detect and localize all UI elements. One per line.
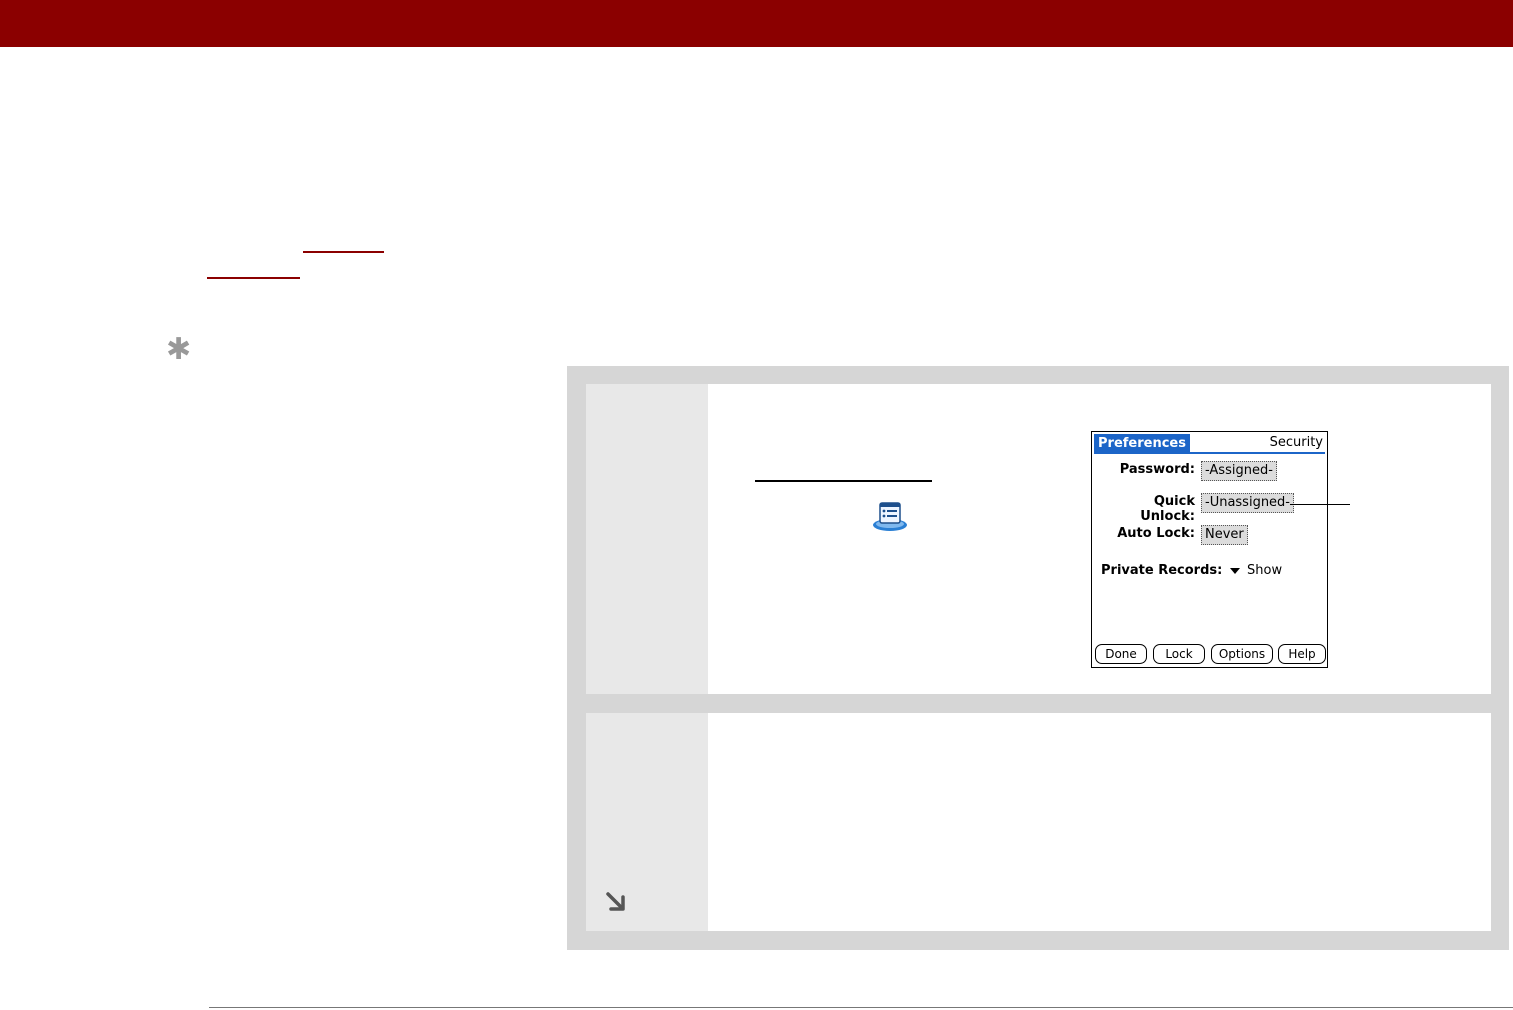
step-number-column (586, 384, 708, 694)
footer-rule (209, 1007, 1513, 1008)
hyperlink-underline[interactable] (207, 277, 300, 279)
private-records-value[interactable]: Show (1247, 563, 1282, 578)
done-button[interactable]: Done (1095, 644, 1147, 664)
prefs-app-icon[interactable] (870, 500, 910, 532)
device-title: Preferences (1094, 434, 1190, 452)
auto-lock-label: Auto Lock: (1117, 526, 1195, 541)
auto-lock-selector[interactable]: Never (1201, 525, 1248, 545)
dropdown-triangle-icon[interactable] (1230, 568, 1240, 574)
hyperlink-underline[interactable] (303, 251, 384, 253)
help-button[interactable]: Help (1278, 644, 1326, 664)
device-title-rule (1094, 452, 1325, 454)
device-section-label: Security (1269, 435, 1323, 450)
callout-line (1290, 504, 1350, 505)
asterisk-icon: ✱ (166, 332, 192, 367)
continue-arrow-icon[interactable] (603, 889, 629, 915)
device-screenshot: Preferences Security Password: -Assigned… (1091, 431, 1328, 668)
hyperlink-underline[interactable] (755, 480, 932, 482)
password-label: Password: (1119, 462, 1195, 477)
step-2 (586, 713, 1491, 931)
steps-panel: Preferences Security Password: -Assigned… (567, 366, 1509, 950)
step-1: Preferences Security Password: -Assigned… (586, 384, 1491, 694)
password-selector[interactable]: -Assigned- (1201, 461, 1277, 481)
lock-button[interactable]: Lock (1153, 644, 1205, 664)
options-button[interactable]: Options (1211, 644, 1273, 664)
quick-unlock-label: Quick Unlock: (1140, 494, 1195, 524)
header-bar (0, 0, 1513, 47)
quick-unlock-selector[interactable]: -Unassigned- (1201, 493, 1295, 513)
private-records-label: Private Records: (1101, 563, 1223, 578)
